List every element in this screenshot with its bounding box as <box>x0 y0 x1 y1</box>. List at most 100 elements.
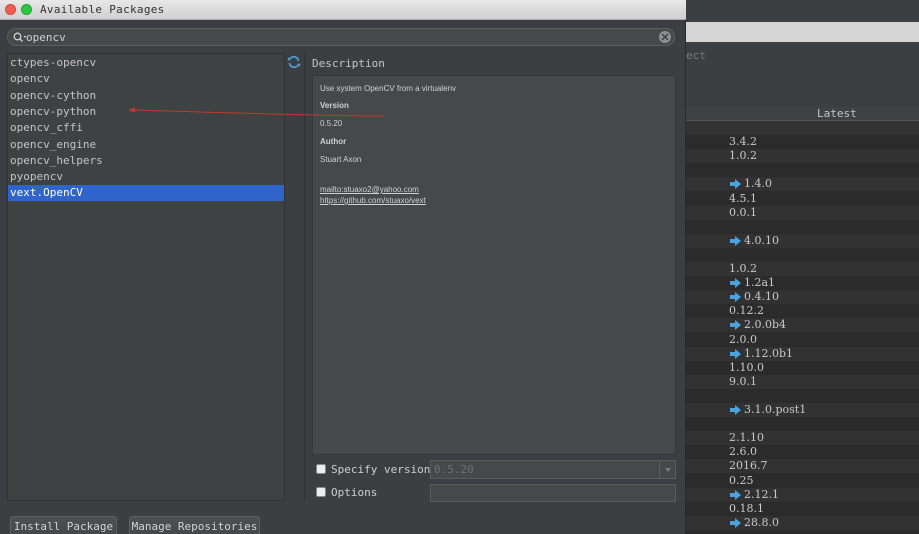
packages-table: Latest 3.4.2 1.0.2 1.4.0 4.5.1 0.0.1 4.0.10 1.… <box>686 107 919 534</box>
window-title: Available Packages <box>40 3 165 16</box>
table-row[interactable]: 4.5.1 <box>686 192 919 206</box>
author-heading: Author <box>320 137 347 146</box>
upgrade-arrow-icon <box>730 405 741 415</box>
latest-version-cell: 4.5.1 <box>729 191 757 205</box>
list-side-toolbar <box>286 53 305 501</box>
table-row[interactable]: 9.0.1 <box>686 374 919 389</box>
specify-version-checkbox[interactable] <box>316 464 326 474</box>
latest-version-cell: 4.0.10 <box>744 233 779 247</box>
table-row[interactable]: 0.0.1 <box>686 205 919 220</box>
latest-version-cell: 3.4.2 <box>729 135 757 149</box>
options-checkbox[interactable] <box>316 487 326 497</box>
zoom-window-button[interactable] <box>21 4 32 15</box>
author-value: Stuart Axon <box>320 155 362 164</box>
options-input[interactable] <box>430 484 676 502</box>
table-row[interactable]: 2.0.0b4 <box>686 318 919 333</box>
latest-version-cell: 2.0.0 <box>729 332 757 346</box>
description-label: Description <box>312 57 385 70</box>
package-list-item[interactable]: pyopencv <box>8 169 284 185</box>
table-row[interactable] <box>686 163 919 177</box>
options-label: Options <box>331 486 378 499</box>
close-window-button[interactable] <box>5 4 16 15</box>
latest-version-cell: 1.4.0 <box>744 177 772 191</box>
table-row[interactable]: 1.0.2 <box>686 149 919 164</box>
upgrade-arrow-icon <box>730 348 741 359</box>
table-row[interactable]: 1.2a1 <box>686 276 919 290</box>
table-row[interactable]: 28.8.0 <box>686 515 919 530</box>
package-list-item[interactable]: vext.OpenCV <box>8 185 284 202</box>
latest-version-cell: 1.2a1 <box>744 276 776 290</box>
table-row[interactable]: 4.0.10 <box>686 233 919 248</box>
latest-version-cell: 3.1.0.post1 <box>744 403 807 416</box>
column-header-latest[interactable]: Latest <box>817 107 857 120</box>
background-subheader <box>686 42 919 74</box>
upgrade-arrow-icon <box>730 517 741 528</box>
latest-version-cell: 2.1.10 <box>729 431 764 445</box>
table-row[interactable]: 2016.7 <box>686 459 919 474</box>
table-row[interactable]: 3.4.2 <box>686 135 919 149</box>
description-panel: Use system OpenCV from a virtualenv Vers… <box>312 75 676 455</box>
manage-repositories-button[interactable]: Manage Repositories <box>129 516 260 534</box>
latest-version-cell: 2.0.0b4 <box>744 318 787 332</box>
latest-version-cell: 1.12.0b1 <box>744 346 794 360</box>
table-row[interactable]: 2.6.0 <box>686 445 919 459</box>
latest-version-cell: 0.25 <box>729 473 754 487</box>
upgrade-arrow-icon <box>730 292 741 303</box>
table-row[interactable]: 1.12.0b1 <box>686 346 919 361</box>
package-list[interactable]: ctypes-opencv opencv opencv-cython opencv-p… <box>7 53 285 501</box>
specify-version-label: Specify version <box>331 463 431 476</box>
latest-version-cell: 1.0.2 <box>729 149 757 163</box>
latest-version-cell: 0.12.2 <box>729 304 764 318</box>
version-value: 0.5.20 <box>320 119 343 128</box>
latest-version-cell: 9.0.1 <box>729 374 757 388</box>
table-row[interactable]: 0.18.1 <box>686 502 919 516</box>
table-row[interactable]: 2.0.0 <box>686 333 919 347</box>
search-box[interactable] <box>7 28 675 46</box>
upgrade-arrow-icon <box>730 179 741 190</box>
table-row[interactable] <box>686 389 919 403</box>
latest-version-cell: 0.0.1 <box>729 205 757 219</box>
table-row[interactable] <box>686 220 919 234</box>
package-list-item[interactable]: opencv_cffi <box>8 120 284 136</box>
table-row[interactable] <box>686 121 919 135</box>
package-list-item[interactable]: opencv_engine <box>8 137 284 153</box>
latest-version-cell: 1.10.0 <box>729 360 764 374</box>
background-hint-text: ect <box>686 49 706 62</box>
table-row[interactable]: 0.12.2 <box>686 304 919 318</box>
table-row[interactable]: 0.4.10 <box>686 290 919 305</box>
table-row[interactable]: 1.4.0 <box>686 177 919 192</box>
search-input[interactable] <box>26 29 656 45</box>
table-row[interactable]: 2.1.10 <box>686 431 919 446</box>
table-row[interactable]: 2.12.1 <box>686 487 919 502</box>
install-package-button[interactable]: Install Package <box>10 516 117 534</box>
table-row[interactable]: 0.25 <box>686 474 919 488</box>
description-summary: Use system OpenCV from a virtualenv <box>320 84 457 93</box>
refresh-icon[interactable] <box>287 55 301 69</box>
upgrade-arrow-icon <box>730 489 741 500</box>
latest-version-cell: 2.6.0 <box>729 445 757 459</box>
project-url-link[interactable]: https://github.com/stuaxo/vext <box>320 196 426 205</box>
table-row[interactable]: 1.0.2 <box>686 262 919 276</box>
upgrade-arrow-icon <box>730 278 741 289</box>
table-row[interactable] <box>686 248 919 262</box>
latest-version-cell: 0.4.10 <box>744 290 779 304</box>
latest-version-cell: 2.12.1 <box>744 487 779 501</box>
package-list-item[interactable]: opencv-python <box>8 104 284 120</box>
table-row[interactable] <box>686 417 919 431</box>
background-toolbar <box>686 22 919 42</box>
latest-version-cell: 2016.7 <box>729 459 768 473</box>
table-row[interactable]: 1.10.0 <box>686 361 919 375</box>
package-list-item[interactable]: opencv <box>8 71 284 87</box>
table-row[interactable]: 3.1.0.post1 <box>686 403 919 417</box>
latest-version-cell: 0.18.1 <box>729 501 764 515</box>
search-icon[interactable] <box>13 32 27 43</box>
package-list-item[interactable]: opencv-cython <box>8 88 284 104</box>
version-select[interactable]: 0.5.20 <box>430 460 676 479</box>
package-list-item[interactable]: opencv_helpers <box>8 153 284 169</box>
chevron-down-icon[interactable] <box>659 461 675 478</box>
title-bar[interactable]: Available Packages <box>0 0 686 20</box>
author-email-link[interactable]: mailto:stuaxo2@yahoo.com <box>320 185 419 194</box>
clear-search-icon[interactable] <box>659 31 671 43</box>
package-list-item[interactable]: ctypes-opencv <box>8 55 284 71</box>
upgrade-arrow-icon <box>730 235 741 246</box>
